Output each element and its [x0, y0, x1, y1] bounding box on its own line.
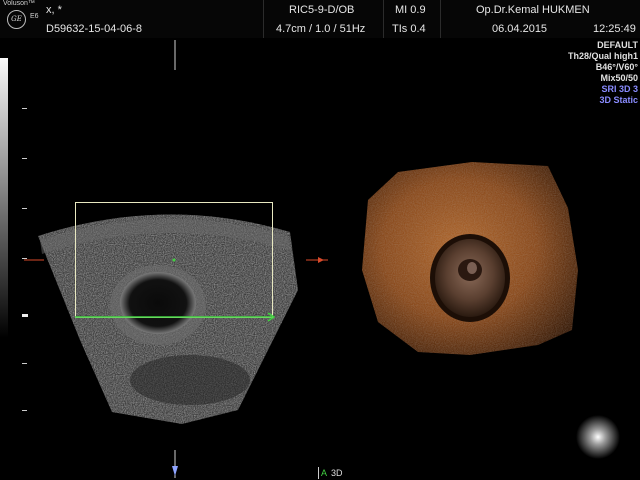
2d-sector-image — [38, 214, 298, 424]
red-arrow-icon — [318, 257, 324, 263]
mode-3d-label[interactable]: 3D — [331, 467, 343, 479]
down-arrow-icon — [172, 466, 178, 476]
3d-render-image — [362, 162, 578, 355]
ultrasound-view — [24, 40, 620, 478]
plane-a-label[interactable]: A — [318, 467, 329, 479]
center-marker — [172, 258, 176, 262]
orientation-sphere-icon — [576, 415, 620, 459]
